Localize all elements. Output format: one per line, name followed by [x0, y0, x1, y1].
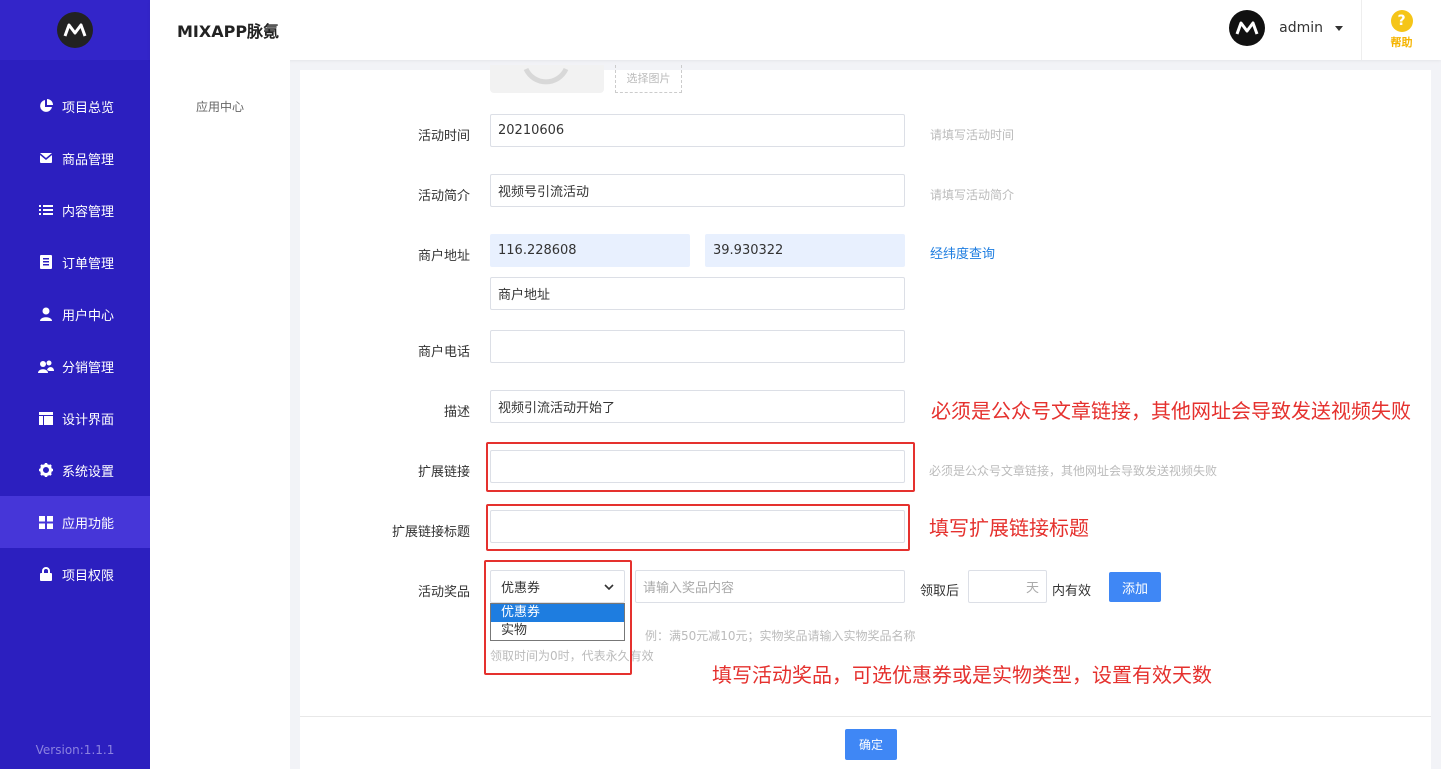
annotation-box-ext-link — [486, 442, 915, 492]
latitude-input[interactable]: 39.930322 — [705, 234, 905, 267]
annotation-box-prize — [484, 560, 632, 675]
footer-bar: 确定 — [300, 716, 1431, 769]
help-button[interactable]: ? 帮助 — [1361, 0, 1441, 60]
help-label: 帮助 — [1390, 36, 1413, 49]
sidebar-item-label: 项目权限 — [62, 568, 115, 584]
annotation-box-ext-title — [486, 504, 910, 551]
sidebar-item-design[interactable]: 设计界面 — [0, 392, 150, 444]
sidebar-item-label: 系统设置 — [62, 464, 115, 480]
prize-label: 活动奖品 — [417, 585, 470, 600]
gear-icon — [38, 462, 54, 478]
logo-icon — [63, 23, 87, 37]
sidebar-item-label: 应用功能 — [62, 516, 115, 532]
sidebar: 项目总览 商品管理 内容管理 订单管理 用户中心 分销管理 设计界面 系统设置 — [0, 0, 150, 769]
version-label: Version:1.1.1 — [35, 743, 115, 757]
intro-input[interactable]: 视频号引流活动 — [490, 174, 905, 207]
sidebar-item-label: 商品管理 — [62, 152, 115, 168]
sidebar-item-content[interactable]: 内容管理 — [0, 184, 150, 236]
time-hint: 请填写活动时间 — [930, 128, 1015, 142]
sidebar-item-label: 订单管理 — [62, 256, 115, 272]
desc-input[interactable]: 视频引流活动开始了 — [490, 390, 905, 423]
sidebar-item-label: 设计界面 — [62, 412, 115, 428]
logo-area — [0, 0, 150, 60]
valid-days-input[interactable]: 天 — [968, 570, 1047, 603]
valid-label: 内有效 — [1052, 584, 1092, 599]
address-input[interactable]: 商户地址 — [490, 277, 905, 310]
sidebar-item-overview[interactable]: 项目总览 — [0, 80, 150, 132]
phone-label: 商户电话 — [417, 345, 470, 360]
sidebar-item-apps[interactable]: 应用功能 — [0, 496, 150, 548]
caret-down-icon[interactable] — [1335, 25, 1343, 31]
sidebar-item-settings[interactable]: 系统设置 — [0, 444, 150, 496]
avatar-logo-icon — [1235, 21, 1259, 35]
sidebar-item-label: 内容管理 — [62, 204, 115, 220]
form-panel: 选择图片 活动时间 20210606 请填写活动时间 活动简介 视频号引流活动 … — [300, 65, 1431, 769]
user-icon — [38, 306, 54, 322]
sidebar-item-distribution[interactable]: 分销管理 — [0, 340, 150, 392]
annotation-note-ext-link: 必须是公众号文章链接，其他网址会导致发送视频失败 — [931, 399, 1411, 423]
user-menu[interactable]: admin — [1229, 10, 1343, 46]
desc-label: 描述 — [443, 405, 470, 420]
lock-icon — [38, 566, 54, 582]
prize-hint-example: 例：满50元减10元；实物奖品请输入实物奖品名称 — [645, 629, 916, 643]
time-label: 活动时间 — [417, 129, 470, 144]
avatar[interactable] — [1229, 10, 1266, 46]
sidebar-item-orders[interactable]: 订单管理 — [0, 236, 150, 288]
prize-content-input[interactable]: 请输入奖品内容 — [635, 570, 905, 603]
image-placeholder-icon — [523, 67, 569, 85]
sidebar-item-users[interactable]: 用户中心 — [0, 288, 150, 340]
sidebar-nav: 项目总览 商品管理 内容管理 订单管理 用户中心 分销管理 设计界面 系统设置 — [0, 80, 150, 600]
after-claim-label: 领取后 — [920, 584, 960, 599]
question-icon: ? — [1390, 10, 1413, 32]
sidebar-item-permissions[interactable]: 项目权限 — [0, 548, 150, 600]
ext-link-label: 扩展链接 — [417, 465, 470, 480]
sidebar-item-label: 用户中心 — [62, 308, 115, 324]
intro-hint: 请填写活动简介 — [930, 188, 1015, 202]
add-prize-button[interactable]: 添加 — [1109, 572, 1161, 602]
sidebar-item-products[interactable]: 商品管理 — [0, 132, 150, 184]
users-icon — [38, 358, 54, 374]
intro-label: 活动简介 — [417, 189, 470, 204]
address-placeholder: 商户地址 — [498, 288, 551, 303]
ext-title-label: 扩展链接标题 — [391, 525, 470, 540]
layout-icon — [38, 410, 54, 426]
envelope-icon — [38, 150, 54, 166]
annotation-note-prize: 填写活动奖品，可选优惠券或是实物类型，设置有效天数 — [712, 663, 1212, 687]
days-unit: 天 — [1025, 581, 1039, 596]
choose-image-button[interactable]: 选择图片 — [615, 65, 682, 93]
time-input[interactable]: 20210606 — [490, 114, 905, 147]
subnav-item-app-center[interactable]: 应用中心 — [150, 98, 290, 115]
annotation-note-ext-title: 填写扩展链接标题 — [929, 516, 1089, 540]
sidebar-item-label: 分销管理 — [62, 360, 115, 376]
ext-link-hint: 必须是公众号文章链接，其他网址会导致发送视频失败 — [929, 464, 1218, 478]
address-label: 商户地址 — [417, 249, 470, 264]
geo-lookup-link[interactable]: 经纬度查询 — [930, 243, 995, 262]
phone-input[interactable] — [490, 330, 905, 363]
list-icon — [38, 202, 54, 218]
submit-button[interactable]: 确定 — [845, 729, 897, 760]
secondary-nav: 应用中心 — [150, 60, 290, 769]
top-header: MIXAPP脉氪 admin ? 帮助 — [150, 0, 1441, 60]
grid-icon — [38, 514, 54, 530]
pie-chart-icon — [38, 98, 54, 114]
logo[interactable] — [57, 12, 93, 48]
prize-content-placeholder: 请输入奖品内容 — [643, 581, 735, 596]
order-icon — [38, 254, 54, 270]
image-preview — [490, 65, 604, 93]
brand-title: MIXAPP脉氪 — [177, 22, 280, 41]
sidebar-item-label: 项目总览 — [62, 100, 115, 116]
username[interactable]: admin — [1279, 20, 1323, 36]
longitude-input[interactable]: 116.228608 — [490, 234, 690, 267]
